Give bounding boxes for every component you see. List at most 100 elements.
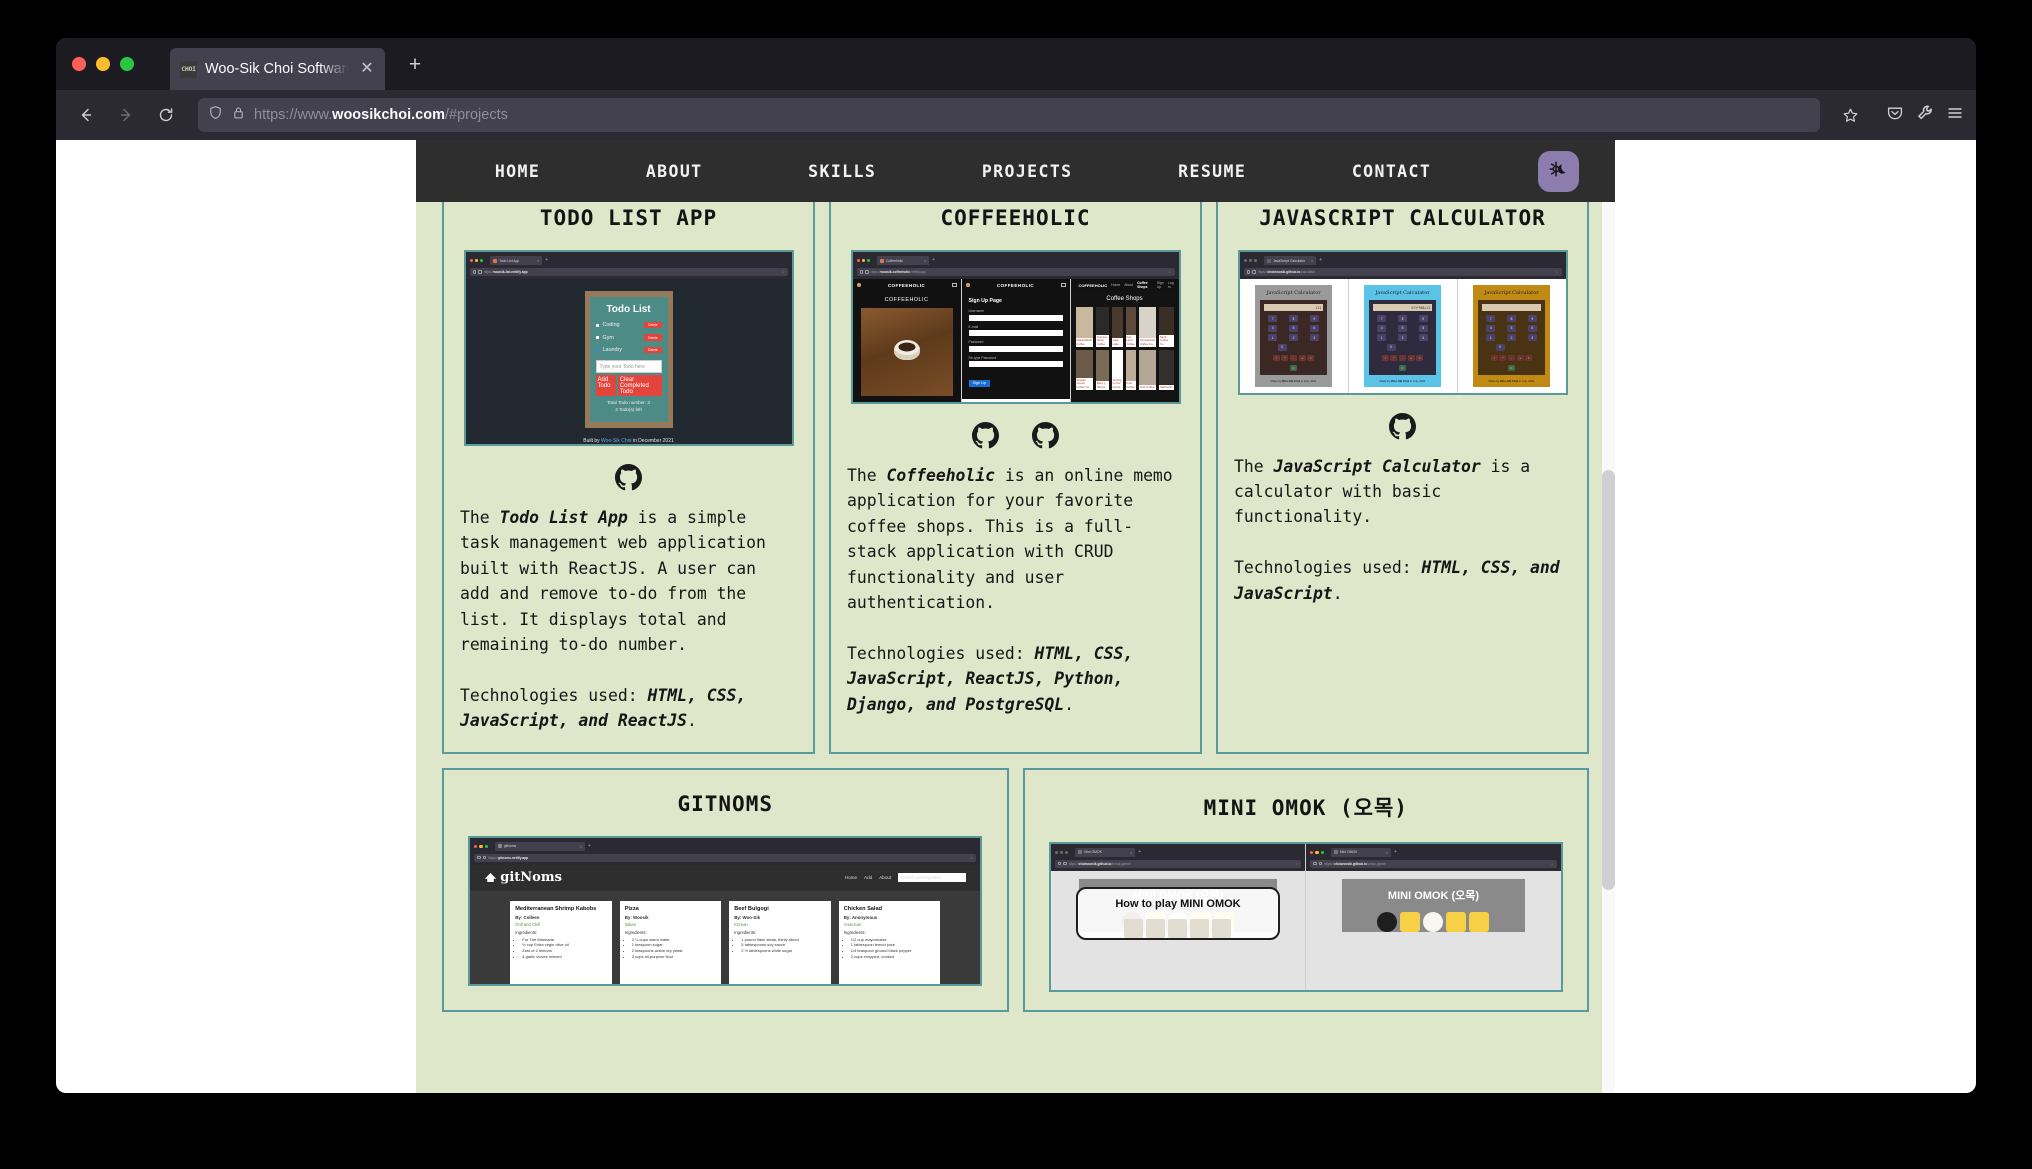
- coffee-photo: [861, 308, 953, 396]
- browser-tab[interactable]: CHOI Woo-Sik Choi Software Developer ✕: [170, 48, 385, 90]
- project-description: The JavaScript Calculator is a calculato…: [1232, 454, 1562, 607]
- minimize-window-button[interactable]: [96, 57, 110, 71]
- sun-moon-icon: [1547, 157, 1571, 186]
- omok-howto-modal: How to play MINI OMOK: [1076, 887, 1280, 940]
- repo-links: [972, 422, 1059, 449]
- page-viewport: TODO LIST APP Todo List App× + https:: [56, 140, 1976, 1093]
- mock-browser-chrome: Todo List App× + https://woosik-list.net…: [466, 252, 792, 279]
- projects-row-1: TODO LIST APP Todo List App× + https:: [442, 182, 1589, 754]
- pocket-icon[interactable]: [1886, 104, 1904, 127]
- coffeeholic-hero-title: COFFEEHOLIC: [861, 297, 953, 303]
- coffeeholic-home-pane: COFFEEHOLIC COFFEEHOLIC: [853, 279, 962, 402]
- coffeeholic-screens: COFFEEHOLIC COFFEEHOLIC COFFEEHOLIC Sign…: [853, 279, 1179, 402]
- wrench-icon[interactable]: [1916, 104, 1934, 127]
- url-text: https://www.woosikchoi.com/#projects: [254, 107, 1810, 123]
- bookmark-star-button[interactable]: [1834, 99, 1866, 131]
- mock-url: https://choiwoosik.github.io/calculator: [1258, 270, 1316, 274]
- hamburger-menu-icon[interactable]: [1946, 104, 1964, 127]
- todo-input: Type your Todo here: [596, 360, 662, 373]
- project-title: TODO LIST APP: [540, 206, 717, 230]
- window-controls: [72, 57, 134, 71]
- scrollbar-thumb[interactable]: [1602, 470, 1615, 890]
- project-card-gitnoms[interactable]: GITNOMS gitNoms× + https://gitnoms.net: [442, 768, 1009, 1012]
- project-card-mini-omok[interactable]: MINI OMOK (오목) Mini OMOK×+ https://choiw…: [1023, 768, 1590, 1012]
- calculator-theme-gray: JavaScript Calculator 111 789 456 123: [1240, 279, 1349, 393]
- github-icon[interactable]: [972, 422, 999, 449]
- technologies-paragraph: Technologies used: HTML, CSS, and JavaSc…: [1234, 555, 1562, 606]
- repo-links: [1389, 413, 1416, 440]
- nav-link-skills[interactable]: SKILLS: [808, 162, 876, 181]
- repo-links: [615, 464, 642, 491]
- omok-game-pane: Mini OMOK×+ https://choiwoosik.github.io…: [1306, 844, 1561, 990]
- signup-title: Sign Up Page: [969, 298, 1063, 304]
- project-title: JAVASCRIPT CALCULATOR: [1259, 206, 1546, 230]
- project-thumbnail-coffeeholic[interactable]: Coffeeholic× + https://woosik-coffeeholi…: [851, 250, 1181, 404]
- nav-link-resume[interactable]: RESUME: [1178, 162, 1246, 181]
- mock-url: https://woosik-list.netlify.app: [484, 270, 528, 274]
- shops-title: Coffee Shops: [1076, 296, 1174, 302]
- shield-icon: [208, 105, 223, 125]
- omok-howto-pane: Mini OMOK×+ https://choiwoosik.github.io…: [1051, 844, 1307, 990]
- omok-game-title: MINI OMOK (오목): [1348, 887, 1519, 903]
- github-icon[interactable]: [1032, 422, 1059, 449]
- recipe-card: Chicken SaladBy: AnonymousAmericanIngred…: [839, 901, 941, 984]
- mock-browser-chrome: gitNoms× + https://gitnoms.netlify.app☆: [470, 838, 980, 865]
- new-tab-button[interactable]: +: [399, 48, 431, 80]
- coffee-shop-grid: Maple&Motif Coffee Summer Moon Coffee Ca…: [1076, 307, 1174, 390]
- technologies-paragraph: Technologies used: HTML, CSS, JavaScript…: [460, 683, 788, 734]
- gitnoms-search-input: Search via keyword: [898, 873, 966, 882]
- browser-toolbar: https://www.woosikchoi.com/#projects: [56, 90, 1976, 140]
- project-thumbnail-omok[interactable]: Mini OMOK×+ https://choiwoosik.github.io…: [1049, 842, 1563, 992]
- technologies-paragraph: Technologies used: HTML, CSS, JavaScript…: [847, 641, 1175, 717]
- close-window-button[interactable]: [72, 57, 86, 71]
- url-path: /#projects: [445, 107, 508, 123]
- coffeeholic-shops-pane: COFFEEHOLIC Home About Coffee Shops Sign…: [1071, 279, 1179, 402]
- site-navigation-bar: HOME ABOUT SKILLS PROJECTS RESUME CONTAC…: [416, 140, 1615, 202]
- nav-link-contact[interactable]: CONTACT: [1352, 162, 1431, 181]
- back-button[interactable]: [68, 98, 104, 132]
- project-card-coffeeholic[interactable]: COFFEEHOLIC Coffeeholic× + https://wo: [829, 182, 1202, 754]
- mock-url: https://woosik-coffeeholic.netlify.app: [871, 270, 926, 274]
- description-paragraph: The Todo List App is a simple task manag…: [460, 505, 788, 658]
- mock-url: https://choiwoosik.github.io/omok-game/: [1069, 862, 1131, 866]
- signup-button: Sign Up: [969, 380, 991, 387]
- maximize-window-button[interactable]: [120, 57, 134, 71]
- todo-clear-button: Clear Completed Todo: [618, 375, 662, 396]
- mock-url: https://gitnoms.netlify.app: [488, 856, 528, 860]
- coffeeholic-signup-pane: COFFEEHOLIC Sign Up Page Username E-mail…: [962, 279, 1071, 402]
- calculator-display: 111: [1264, 304, 1324, 311]
- project-thumbnail-gitnoms[interactable]: gitNoms× + https://gitnoms.netlify.app☆ …: [468, 836, 982, 986]
- recipe-card: PizzaBy: WoosikItalianIngredients:2 ¼ cu…: [620, 901, 722, 984]
- theme-toggle-button[interactable]: [1538, 151, 1579, 192]
- forward-button[interactable]: [108, 98, 144, 132]
- url-domain: woosikchoi.com: [332, 107, 445, 123]
- calculator-screens: JavaScript Calculator 111 789 456 123: [1240, 279, 1566, 393]
- reload-button[interactable]: [148, 98, 184, 132]
- nav-link-about[interactable]: ABOUT: [646, 162, 703, 181]
- todo-item: GymDelete: [596, 334, 662, 340]
- page-content: TODO LIST APP Todo List App× + https:: [416, 140, 1615, 1093]
- github-icon[interactable]: [615, 464, 642, 491]
- close-tab-button[interactable]: ✕: [357, 59, 377, 79]
- project-card-todo-list-app[interactable]: TODO LIST APP Todo List App× + https:: [442, 182, 815, 754]
- github-icon[interactable]: [1389, 413, 1416, 440]
- todo-app-stage: Todo List CodingDelete GymDelete Laundry…: [466, 279, 792, 444]
- todo-heading: Todo List: [596, 304, 662, 315]
- nav-link-projects[interactable]: PROJECTS: [982, 162, 1073, 181]
- mock-browser-chrome: Coffeeholic× + https://woosik-coffeeholi…: [853, 252, 1179, 279]
- calculator-display: 571*986+11: [1373, 304, 1433, 311]
- mock-tab-title: Todo List App: [499, 259, 519, 263]
- site-nav-links: HOME ABOUT SKILLS PROJECTS RESUME CONTAC…: [416, 162, 1538, 181]
- recipe-card: Mediterranean Shrimp KabobsBy: ColleenGr…: [510, 901, 612, 984]
- nav-link-home[interactable]: HOME: [495, 162, 540, 181]
- projects-section: TODO LIST APP Todo List App× + https:: [416, 140, 1615, 1026]
- url-protocol: https://www.: [254, 107, 332, 123]
- project-card-javascript-calculator[interactable]: JAVASCRIPT CALCULATOR JavaScript Calcula…: [1216, 182, 1589, 754]
- calculator-theme-gold: JavaScript Calculator 789 456 123: [1458, 279, 1566, 393]
- address-bar[interactable]: https://www.woosikchoi.com/#projects: [198, 98, 1820, 132]
- project-thumbnail-todo[interactable]: Todo List App× + https://woosik-list.net…: [464, 250, 794, 446]
- project-thumbnail-calculator[interactable]: JavaScript Calculator× + https://choiwoo…: [1238, 250, 1568, 395]
- mock-browser-chrome: JavaScript Calculator× + https://choiwoo…: [1240, 252, 1566, 279]
- calculator-display: [1482, 304, 1542, 311]
- description-paragraph: The Coffeeholic is an online memo applic…: [847, 463, 1175, 616]
